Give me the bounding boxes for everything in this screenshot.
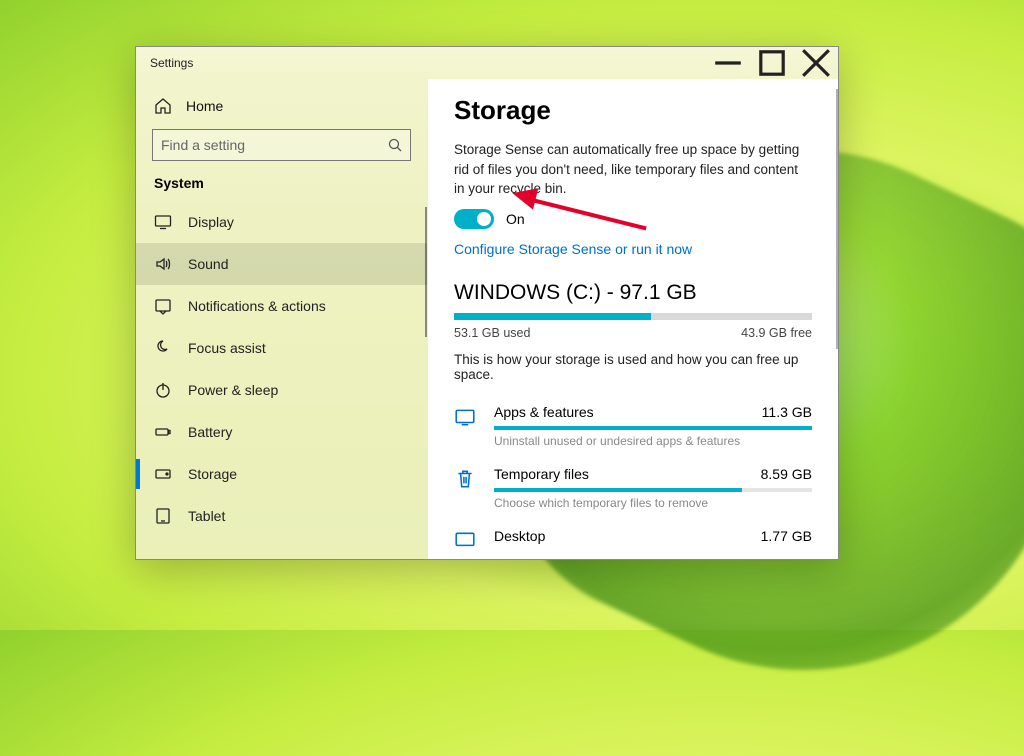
- configure-storage-sense-link[interactable]: Configure Storage Sense or run it now: [454, 241, 692, 257]
- nav-label: Battery: [188, 424, 232, 440]
- minimize-button[interactable]: [706, 47, 750, 79]
- nav-item-battery[interactable]: Battery: [136, 411, 427, 453]
- storage-sense-description: Storage Sense can automatically free up …: [454, 140, 812, 199]
- nav-item-focus-assist[interactable]: Focus assist: [136, 327, 427, 369]
- drive-heading: WINDOWS (C:) - 97.1 GB: [454, 281, 812, 305]
- category-sub: Choose which temporary files to remove: [494, 496, 812, 510]
- nav-item-display[interactable]: Display: [136, 201, 427, 243]
- tablet-icon: [154, 507, 172, 525]
- content-pane: Storage Storage Sense can automatically …: [428, 79, 838, 559]
- nav-label: Tablet: [188, 508, 225, 524]
- maximize-button[interactable]: [750, 47, 794, 79]
- nav-label: Notifications & actions: [188, 298, 326, 314]
- nav-label: Storage: [188, 466, 237, 482]
- nav-label: Power & sleep: [188, 382, 278, 398]
- nav-item-notifications[interactable]: Notifications & actions: [136, 285, 427, 327]
- sidebar: Home System Display Sound Not: [136, 79, 428, 559]
- toggle-state-label: On: [506, 211, 525, 227]
- nav-label: Focus assist: [188, 340, 266, 356]
- search-input[interactable]: [161, 137, 388, 153]
- search-box[interactable]: [152, 129, 411, 161]
- page-title: Storage: [454, 95, 812, 126]
- nav-item-sound[interactable]: Sound: [136, 243, 427, 285]
- category-size: 11.3 GB: [762, 404, 812, 420]
- drive-used-label: 53.1 GB used: [454, 326, 530, 340]
- nav-item-power[interactable]: Power & sleep: [136, 369, 427, 411]
- home-label: Home: [186, 98, 223, 114]
- nav-list: Display Sound Notifications & actions Fo…: [136, 201, 427, 559]
- battery-icon: [154, 423, 172, 441]
- close-button[interactable]: [794, 47, 838, 79]
- desktop-icon: [454, 528, 476, 552]
- category-size: 8.59 GB: [761, 466, 812, 482]
- titlebar: Settings: [136, 47, 838, 79]
- display-icon: [154, 213, 172, 231]
- category-temporary-files[interactable]: Temporary files 8.59 GB Choose which temp…: [454, 460, 812, 522]
- nav-item-tablet[interactable]: Tablet: [136, 495, 427, 537]
- category-sub: Uninstall unused or undesired apps & fea…: [494, 434, 812, 448]
- drive-free-label: 43.9 GB free: [741, 326, 812, 340]
- trash-icon: [454, 466, 476, 490]
- category-apps-features[interactable]: Apps & features 11.3 GB Uninstall unused …: [454, 398, 812, 460]
- search-icon: [388, 138, 402, 152]
- category-title: System: [136, 175, 427, 201]
- focus-assist-icon: [154, 339, 172, 357]
- power-icon: [154, 381, 172, 399]
- notifications-icon: [154, 297, 172, 315]
- storage-icon: [154, 465, 172, 483]
- nav-label: Display: [188, 214, 234, 230]
- category-name: Apps & features: [494, 404, 594, 420]
- nav-label: Sound: [188, 256, 228, 272]
- category-size: 1.77 GB: [761, 528, 812, 544]
- category-name: Desktop: [494, 528, 545, 544]
- sound-icon: [154, 255, 172, 273]
- window-title: Settings: [150, 56, 193, 70]
- home-icon: [154, 97, 172, 115]
- drive-usage-bar: [454, 313, 812, 320]
- settings-window: Settings Home System Display: [135, 46, 839, 560]
- home-link[interactable]: Home: [136, 91, 427, 129]
- storage-sense-toggle[interactable]: [454, 209, 494, 229]
- usage-hint: This is how your storage is used and how…: [454, 352, 812, 382]
- category-desktop[interactable]: Desktop 1.77 GB: [454, 522, 812, 552]
- apps-icon: [454, 404, 476, 428]
- content-scrollbar[interactable]: [836, 89, 838, 349]
- category-name: Temporary files: [494, 466, 589, 482]
- nav-item-storage[interactable]: Storage: [136, 453, 427, 495]
